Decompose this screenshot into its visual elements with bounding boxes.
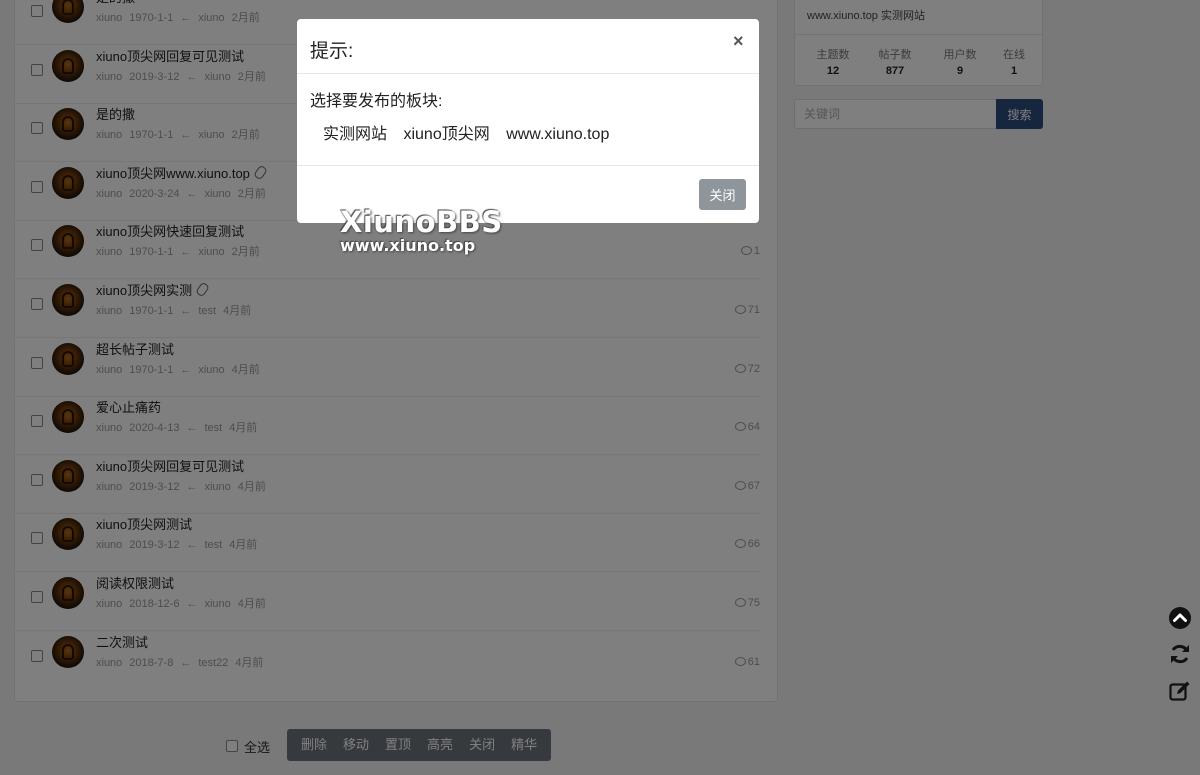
divider <box>297 165 759 166</box>
forum-option-shice[interactable]: 实测网站 <box>323 126 387 143</box>
forum-option-xiuno[interactable]: xiuno顶尖网 <box>403 126 489 143</box>
modal-title: 提示: <box>310 41 354 62</box>
edit-icon[interactable] <box>1168 679 1192 703</box>
close-icon[interactable]: × <box>733 31 744 52</box>
divider <box>297 73 759 74</box>
select-forum-modal: 提示: × 选择要发布的板块: 实测网站 xiuno顶尖网 www.xiuno.… <box>297 19 759 223</box>
forum-option-site[interactable]: www.xiuno.top <box>506 126 609 143</box>
modal-prompt: 选择要发布的板块: <box>310 93 443 110</box>
chevron-up-circle-icon[interactable] <box>1168 606 1192 630</box>
refresh-icon[interactable] <box>1168 642 1192 666</box>
modal-close-button[interactable]: 关闭 <box>699 179 746 210</box>
forum-options: 实测网站 xiuno顶尖网 www.xiuno.top <box>323 120 621 144</box>
